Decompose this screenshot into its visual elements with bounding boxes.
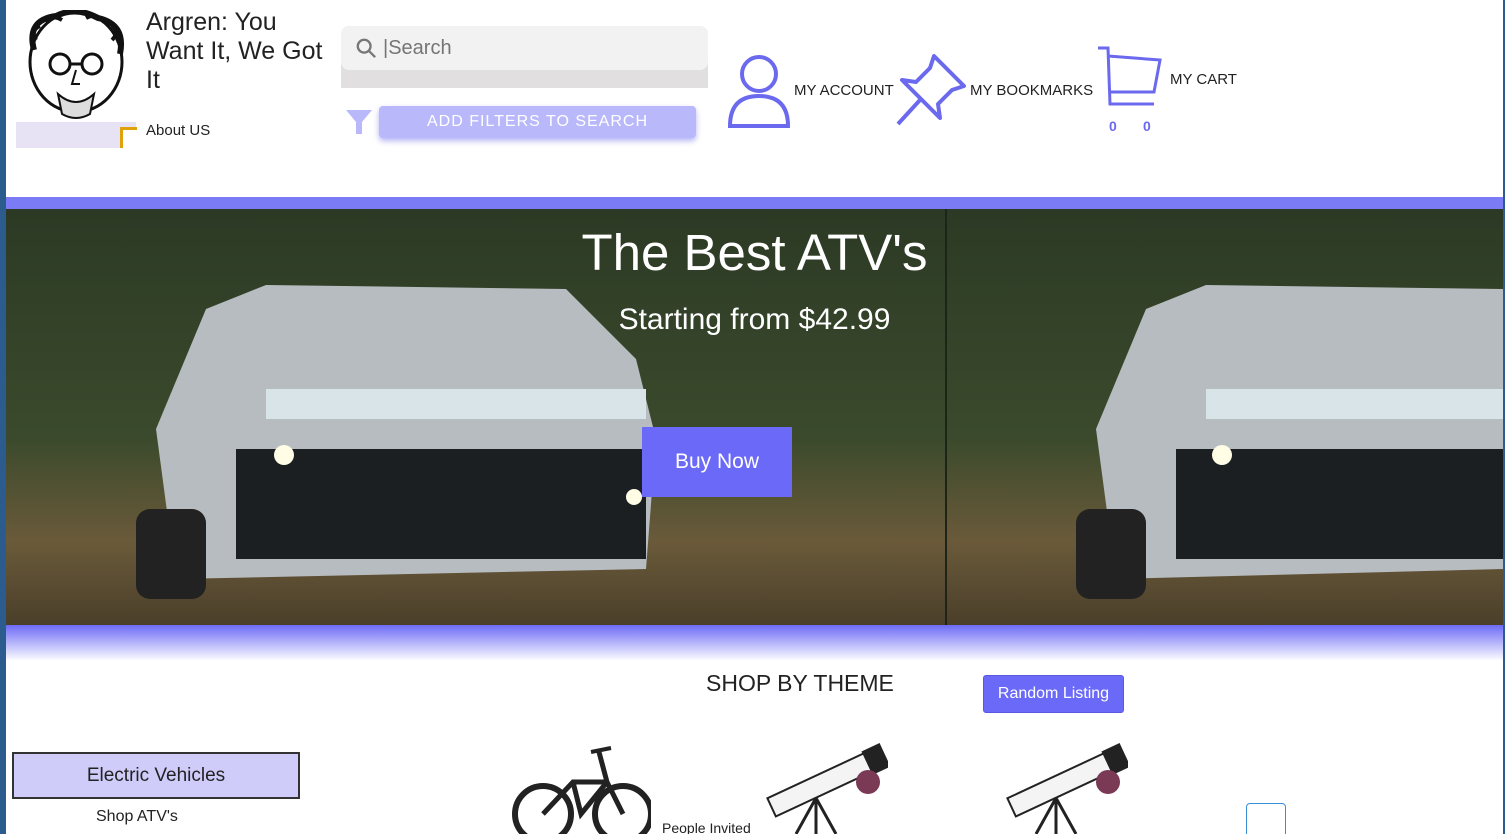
- hero-bottom-glow: [6, 625, 1503, 661]
- my-bookmarks-label: MY BOOKMARKS: [970, 81, 1094, 99]
- hero-top-border: [6, 197, 1503, 209]
- people-invited-text: People Invited: [662, 820, 751, 834]
- about-us-link[interactable]: About US: [146, 122, 210, 139]
- scroll-arrow-button[interactable]: [1246, 803, 1286, 834]
- user-icon: [727, 55, 791, 128]
- search-input[interactable]: [377, 35, 705, 61]
- telescope-product-image-2[interactable]: [986, 742, 1128, 834]
- hero-banner: The Best ATV's Starting from $42.99 Buy …: [6, 209, 1503, 625]
- logo[interactable]: [16, 8, 137, 148]
- search-box[interactable]: [341, 26, 708, 70]
- buy-now-button[interactable]: Buy Now: [642, 427, 792, 497]
- page: Argren: You Want It, We Got It About US …: [6, 0, 1503, 834]
- logo-bar: [16, 122, 136, 148]
- cart-count-a: 0: [1109, 118, 1117, 134]
- my-account-label: MY ACCOUNT: [794, 81, 894, 99]
- shop-atvs-link[interactable]: Shop ATV's: [96, 808, 178, 826]
- pushpin-icon: [896, 54, 966, 126]
- hero-title: The Best ATV's: [581, 224, 928, 281]
- filter-icon[interactable]: [344, 108, 374, 136]
- shopping-cart-icon: [1098, 46, 1162, 106]
- brand-title: Argren: You Want It, We Got It: [146, 8, 323, 94]
- search-icon: [356, 38, 376, 58]
- cart-count-b: 0: [1143, 118, 1151, 134]
- hero-subtitle: Starting from $42.99: [618, 303, 891, 336]
- logo-corner: [120, 127, 137, 148]
- search-container: [341, 26, 708, 88]
- caricature-logo-image: [28, 8, 124, 119]
- my-cart-label: MY CART: [1170, 70, 1237, 88]
- category-electric-vehicles[interactable]: Electric Vehicles: [12, 752, 300, 799]
- category-label: Electric Vehicles: [86, 764, 226, 786]
- add-filters-button[interactable]: ADD FILTERS TO SEARCH: [379, 106, 696, 138]
- ebike-product-image[interactable]: [511, 742, 651, 834]
- shop-by-theme-heading: SHOP BY THEME: [706, 670, 894, 696]
- telescope-product-image[interactable]: [746, 742, 888, 834]
- my-account-link[interactable]: MY ACCOUNT: [724, 50, 894, 130]
- random-listing-button[interactable]: Random Listing: [983, 675, 1124, 713]
- my-bookmarks-link[interactable]: MY BOOKMARKS: [890, 50, 1093, 130]
- my-cart-link[interactable]: MY CART: [1096, 44, 1237, 114]
